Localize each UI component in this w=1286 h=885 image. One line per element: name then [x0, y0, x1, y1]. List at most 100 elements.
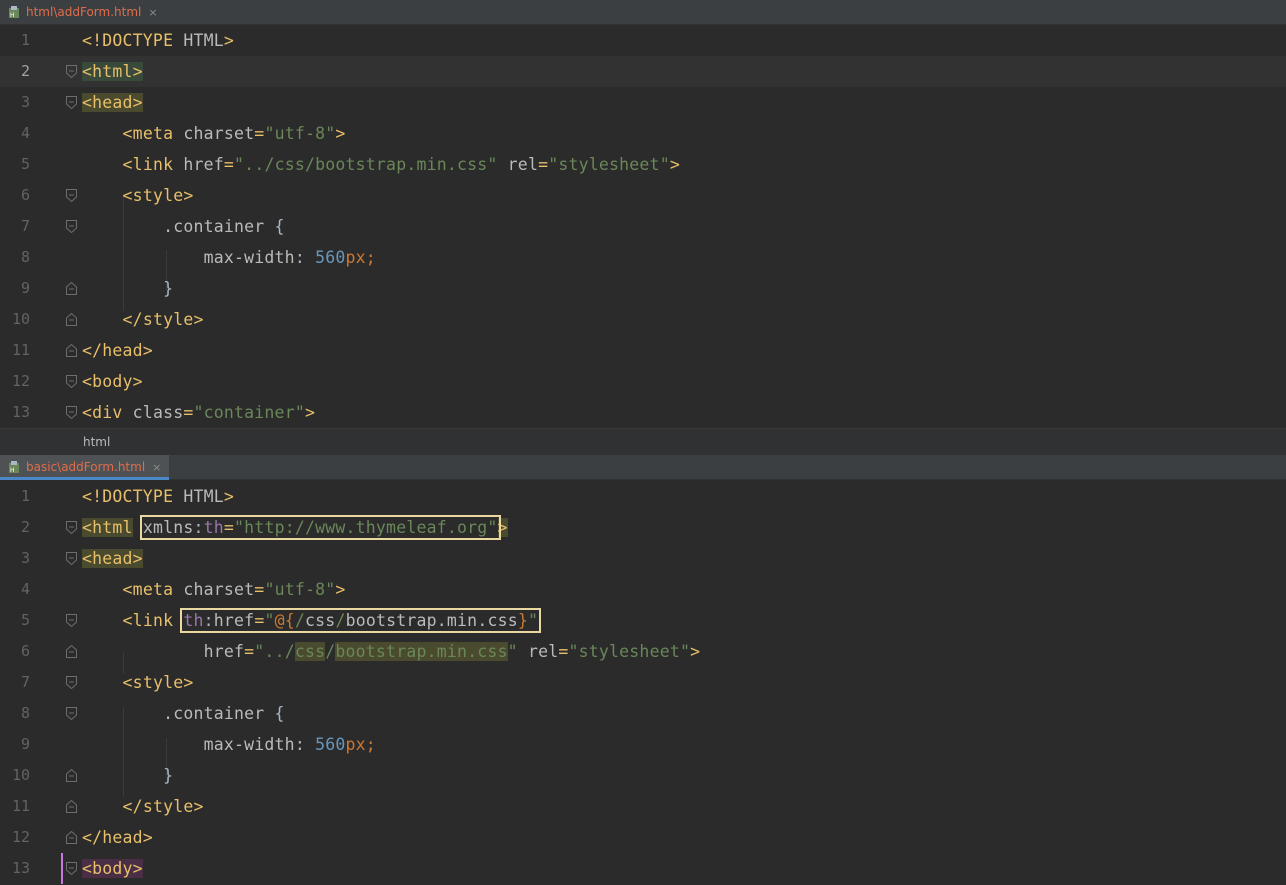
- code-text: <meta charset="utf-8">: [122, 124, 346, 143]
- html-file-icon: H: [9, 5, 19, 19]
- code-text: <body>: [82, 859, 143, 878]
- fold-end-icon[interactable]: [66, 645, 77, 658]
- close-icon[interactable]: ×: [148, 6, 157, 19]
- tab-basic-addform[interactable]: H basic\addForm.html ×: [0, 455, 170, 480]
- fold-icon[interactable]: [66, 521, 77, 534]
- code-line: 13 <div class="container">: [0, 397, 1286, 428]
- code-text: </style>: [122, 310, 204, 329]
- fold-icon[interactable]: [66, 96, 77, 109]
- line-number: 11: [11, 797, 30, 815]
- code-line: 5 <link href="../css/bootstrap.min.css" …: [0, 149, 1286, 180]
- code-text: <link href="../css/bootstrap.min.css" re…: [122, 155, 680, 174]
- code-line: 11 </head>: [0, 335, 1286, 366]
- fold-end-icon[interactable]: [66, 800, 77, 813]
- code-text: <html>: [82, 62, 143, 81]
- code-text: }: [82, 279, 174, 298]
- svg-text:H: H: [10, 467, 15, 474]
- code-line: 12 <body>: [0, 366, 1286, 397]
- tab-html-addform[interactable]: H html\addForm.html ×: [0, 0, 166, 24]
- code-text: <head>: [82, 93, 143, 112]
- code-line: 9 }: [0, 273, 1286, 304]
- code-line: 9 max-width: 560px;: [0, 729, 1286, 760]
- code-line: 10 </style>: [0, 304, 1286, 335]
- code-line: 1 <!DOCTYPE HTML>: [0, 481, 1286, 512]
- code-text: <style>: [122, 186, 194, 205]
- line-number: 11: [11, 341, 30, 359]
- tab-label: html\addForm.html: [26, 5, 142, 19]
- fold-icon[interactable]: [66, 614, 77, 627]
- line-number: 4: [20, 580, 30, 598]
- code-text: <!DOCTYPE HTML>: [82, 31, 235, 50]
- fold-icon[interactable]: [66, 65, 77, 78]
- breadcrumb-item[interactable]: html: [83, 435, 110, 449]
- code-line: 11 </style>: [0, 791, 1286, 822]
- code-text: <body>: [82, 372, 143, 391]
- line-number: 13: [11, 403, 30, 421]
- code-text: <html xmlns:th="http://www.thymeleaf.org…: [82, 515, 508, 540]
- code-text: </head>: [82, 341, 153, 360]
- line-number: 4: [20, 124, 30, 142]
- code-line: 1 <!DOCTYPE HTML>: [0, 25, 1286, 56]
- line-number: 7: [20, 217, 30, 235]
- top-tab-bar: H html\addForm.html ×: [0, 0, 1286, 25]
- code-line: 2 <html xmlns:th="http://www.thymeleaf.o…: [0, 512, 1286, 543]
- fold-icon[interactable]: [66, 189, 77, 202]
- code-line: 12 </head>: [0, 822, 1286, 853]
- code-line-current: 2 <html>: [0, 56, 1286, 87]
- bottom-code-editor[interactable]: 1 <!DOCTYPE HTML> 2 <html xmlns:th="http…: [0, 481, 1286, 885]
- code-line: 4 <meta charset="utf-8">: [0, 574, 1286, 605]
- line-number: 10: [11, 766, 30, 784]
- code-text: <style>: [122, 673, 194, 692]
- fold-end-icon[interactable]: [66, 313, 77, 326]
- fold-icon[interactable]: [66, 552, 77, 565]
- tab-label: basic\addForm.html: [26, 460, 146, 474]
- line-number: 5: [20, 155, 30, 173]
- line-number: 9: [20, 735, 30, 753]
- close-icon[interactable]: ×: [152, 461, 161, 474]
- code-text: max-width: 560px;: [203, 248, 376, 267]
- code-line: 5 <link th:href="@{/css/bootstrap.min.cs…: [0, 605, 1286, 636]
- line-number: 9: [20, 279, 30, 297]
- code-line: 8 .container {: [0, 698, 1286, 729]
- fold-end-icon[interactable]: [66, 769, 77, 782]
- fold-icon[interactable]: [66, 220, 77, 233]
- code-line: 4 <meta charset="utf-8">: [0, 118, 1286, 149]
- line-number: 8: [20, 704, 30, 722]
- top-code-editor[interactable]: 1 <!DOCTYPE HTML> 2 <html> 3 <head> 4 <m…: [0, 25, 1286, 428]
- bottom-tab-bar: H basic\addForm.html ×: [0, 455, 1286, 480]
- fold-icon[interactable]: [66, 375, 77, 388]
- line-number: 12: [11, 372, 30, 390]
- line-number: 7: [20, 673, 30, 691]
- fold-end-icon[interactable]: [66, 282, 77, 295]
- line-number: 1: [20, 31, 30, 49]
- line-number: 3: [20, 549, 30, 567]
- line-number: 5: [20, 611, 30, 629]
- line-number: 12: [11, 828, 30, 846]
- line-number: 1: [20, 487, 30, 505]
- svg-text:H: H: [10, 12, 15, 19]
- code-line: 7 .container {: [0, 211, 1286, 242]
- code-line: 13 <body>: [0, 853, 1286, 884]
- fold-icon[interactable]: [66, 406, 77, 419]
- code-line: 8 max-width: 560px;: [0, 242, 1286, 273]
- line-number: 6: [20, 642, 30, 660]
- line-number: 8: [20, 248, 30, 266]
- code-text: <meta charset="utf-8">: [122, 580, 346, 599]
- code-line: 3 <head>: [0, 543, 1286, 574]
- line-number: 10: [11, 310, 30, 328]
- code-line: 10 }: [0, 760, 1286, 791]
- code-text: <head>: [82, 549, 143, 568]
- highlight-box: th:href="@{/css/bootstrap.min.css}": [180, 608, 542, 633]
- fold-end-icon[interactable]: [66, 344, 77, 357]
- fold-icon[interactable]: [66, 707, 77, 720]
- fold-icon[interactable]: [66, 676, 77, 689]
- fold-icon[interactable]: [66, 862, 77, 875]
- code-line: 6 <style>: [0, 180, 1286, 211]
- line-number: 2: [20, 62, 30, 80]
- code-text: href="../css/bootstrap.min.css" rel="sty…: [203, 642, 701, 661]
- code-line: 6 href="../css/bootstrap.min.css" rel="s…: [0, 636, 1286, 667]
- code-text: <!DOCTYPE HTML>: [82, 487, 235, 506]
- highlight-box: xmlns:th="http://www.thymeleaf.org": [139, 515, 501, 540]
- fold-end-icon[interactable]: [66, 831, 77, 844]
- line-number: 6: [20, 186, 30, 204]
